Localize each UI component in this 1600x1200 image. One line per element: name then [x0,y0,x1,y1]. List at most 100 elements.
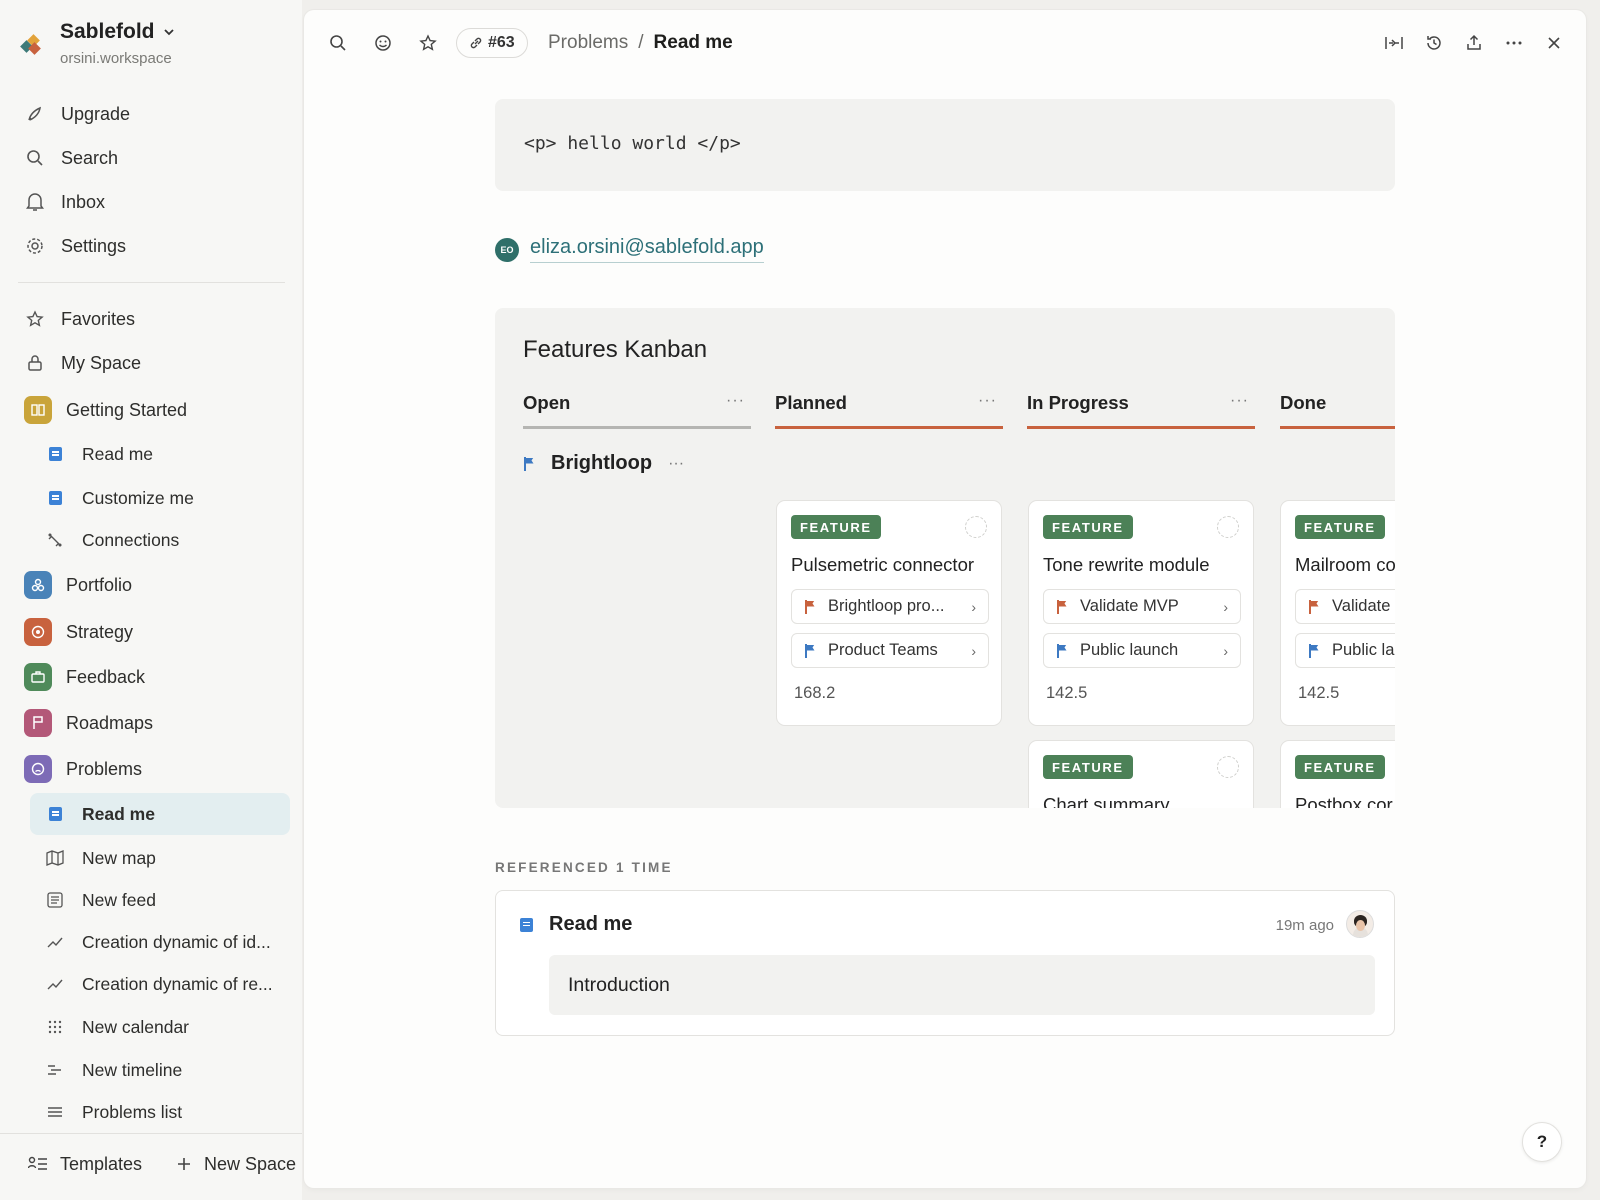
line-chart-icon [44,931,66,953]
search-icon [24,147,46,169]
column-menu-icon[interactable]: ··· [978,392,997,430]
flag-icon [1056,599,1068,614]
chevron-right-icon: › [971,598,976,615]
column-header-planned[interactable]: Planned ··· [775,392,1003,430]
relation-chip[interactable]: Product Teams › [791,633,989,668]
group-menu-icon[interactable]: ··· [668,455,684,473]
workspace-name[interactable]: Sablefold [60,20,175,44]
breadcrumb-parent[interactable]: Problems [548,32,628,54]
relation-chip[interactable]: Brightloop pro... › [791,589,989,624]
sidebar: Sablefold orsini.workspace Upgrade Searc… [0,0,302,1200]
collapse-width-icon[interactable] [1383,32,1405,54]
gear-icon [24,235,46,257]
nav-search[interactable]: Search [24,140,118,176]
kanban-title: Features Kanban [523,336,708,363]
column-header-in-progress[interactable]: In Progress ··· [1027,392,1255,430]
close-icon[interactable] [1543,32,1565,54]
page-new-timeline[interactable]: New timeline [44,1052,182,1088]
page-new-feed[interactable]: New feed [44,882,156,918]
bell-icon [24,191,46,213]
reference-card[interactable]: Read me 19m ago Introduction [495,890,1395,1036]
code-block[interactable]: <p> hello world </p> [495,99,1395,191]
plus-icon [176,1156,192,1172]
nav-settings[interactable]: Settings [24,228,126,264]
card-title: Mailroom co [1295,554,1395,575]
card-title: Chart summary [1043,794,1170,808]
card-title: Tone rewrite module [1043,554,1210,575]
reference-snippet[interactable]: Introduction [549,955,1375,1015]
card-value: 142.5 [1046,684,1088,702]
status-circle-icon[interactable] [965,516,987,538]
relation-chip[interactable]: Validate MVP › [1043,589,1241,624]
space-strategy[interactable]: Strategy [24,614,133,650]
space-problems[interactable]: Problems [24,751,142,787]
breadcrumb: Problems / Read me [548,32,733,54]
workspace-logo [20,34,42,56]
kanban-card[interactable]: FEATURE Tone rewrite module Validate MVP… [1028,500,1254,726]
avatar [1346,910,1374,938]
templates-button[interactable]: Templates [28,1146,142,1182]
avatar: EO [495,237,519,262]
page-problems-list[interactable]: Problems list [44,1094,182,1130]
space-roadmaps[interactable]: Roadmaps [24,705,153,741]
history-icon[interactable] [1423,32,1445,54]
kanban-card[interactable]: FEATURE Mailroom co Validate Public la 1… [1280,500,1395,726]
page-connections[interactable]: Connections [44,522,179,558]
card-title: Pulsemetric connector [791,554,975,575]
column-header-done[interactable]: Done [1280,392,1395,430]
reference-title[interactable]: Read me [520,913,632,936]
flag-icon [1308,643,1320,658]
space-feedback[interactable]: Feedback [24,659,145,695]
nav-favorites[interactable]: Favorites [24,301,135,337]
relation-chip[interactable]: Validate [1295,589,1395,624]
kanban-board: Features Kanban Open ··· Planned ··· In Pr… [495,308,1395,808]
column-menu-icon[interactable]: ··· [726,392,745,430]
mention-email[interactable]: eliza.orsini@sablefold.app [530,236,764,263]
space-portfolio[interactable]: Portfolio [24,567,132,603]
column-underline [1027,426,1255,429]
column-underline [1280,426,1395,429]
sidebar-footer-divider [0,1133,302,1134]
new-space-button[interactable]: New Space [176,1146,296,1182]
nav-upgrade[interactable]: Upgrade [24,96,130,132]
page-creation-dynamic-re[interactable]: Creation dynamic of re... [44,966,273,1002]
kanban-card[interactable]: FEATURE Pulsemetric connector Brightloop… [776,500,1002,726]
nav-inbox[interactable]: Inbox [24,184,105,220]
user-mention[interactable]: EO eliza.orsini@sablefold.app [495,236,764,263]
kanban-card[interactable]: FEATURE Chart summary [1028,740,1254,808]
relation-chip[interactable]: Public launch › [1043,633,1241,668]
page-creation-dynamic-ideas[interactable]: Creation dynamic of id... [44,924,271,960]
references-label: REFERENCED 1 TIME [495,860,673,875]
space-getting-started[interactable]: Getting Started [24,392,187,428]
page-new-calendar[interactable]: New calendar [44,1009,189,1045]
flag-icon [1056,643,1068,658]
page-customize-me[interactable]: Customize me [44,480,194,516]
book-icon [24,396,52,424]
relation-chip[interactable]: Public la [1295,633,1395,668]
status-circle-icon[interactable] [1217,516,1239,538]
chevron-down-icon [163,29,174,36]
flag-icon [523,456,535,471]
share-icon[interactable] [1463,32,1485,54]
search-icon[interactable] [327,32,349,54]
sidebar-divider [18,282,285,283]
nav-my-space[interactable]: My Space [24,345,141,381]
column-header-open[interactable]: Open ··· [523,392,751,430]
column-menu-icon[interactable]: ··· [1230,392,1249,430]
document-icon [520,917,533,932]
help-button[interactable]: ? [1522,1122,1562,1162]
card-value: 168.2 [794,684,836,702]
kanban-card[interactable]: FEATURE Postbox cor [1280,740,1395,808]
list-icon [44,1101,66,1123]
page-link-chip[interactable]: #63 [456,28,528,58]
sad-face-icon [24,755,52,783]
page-new-map[interactable]: New map [44,840,156,876]
star-icon[interactable] [417,32,439,54]
page-read-me-getting-started[interactable]: Read me [44,436,153,472]
more-icon[interactable] [1503,32,1525,54]
status-circle-icon[interactable] [1217,756,1239,778]
kanban-group-header[interactable]: Brightloop ··· [523,452,684,475]
workspace-switcher[interactable]: Sablefold orsini.workspace [20,18,175,67]
emoji-icon[interactable] [372,32,394,54]
page-read-me-problems[interactable]: Read me [44,796,155,832]
